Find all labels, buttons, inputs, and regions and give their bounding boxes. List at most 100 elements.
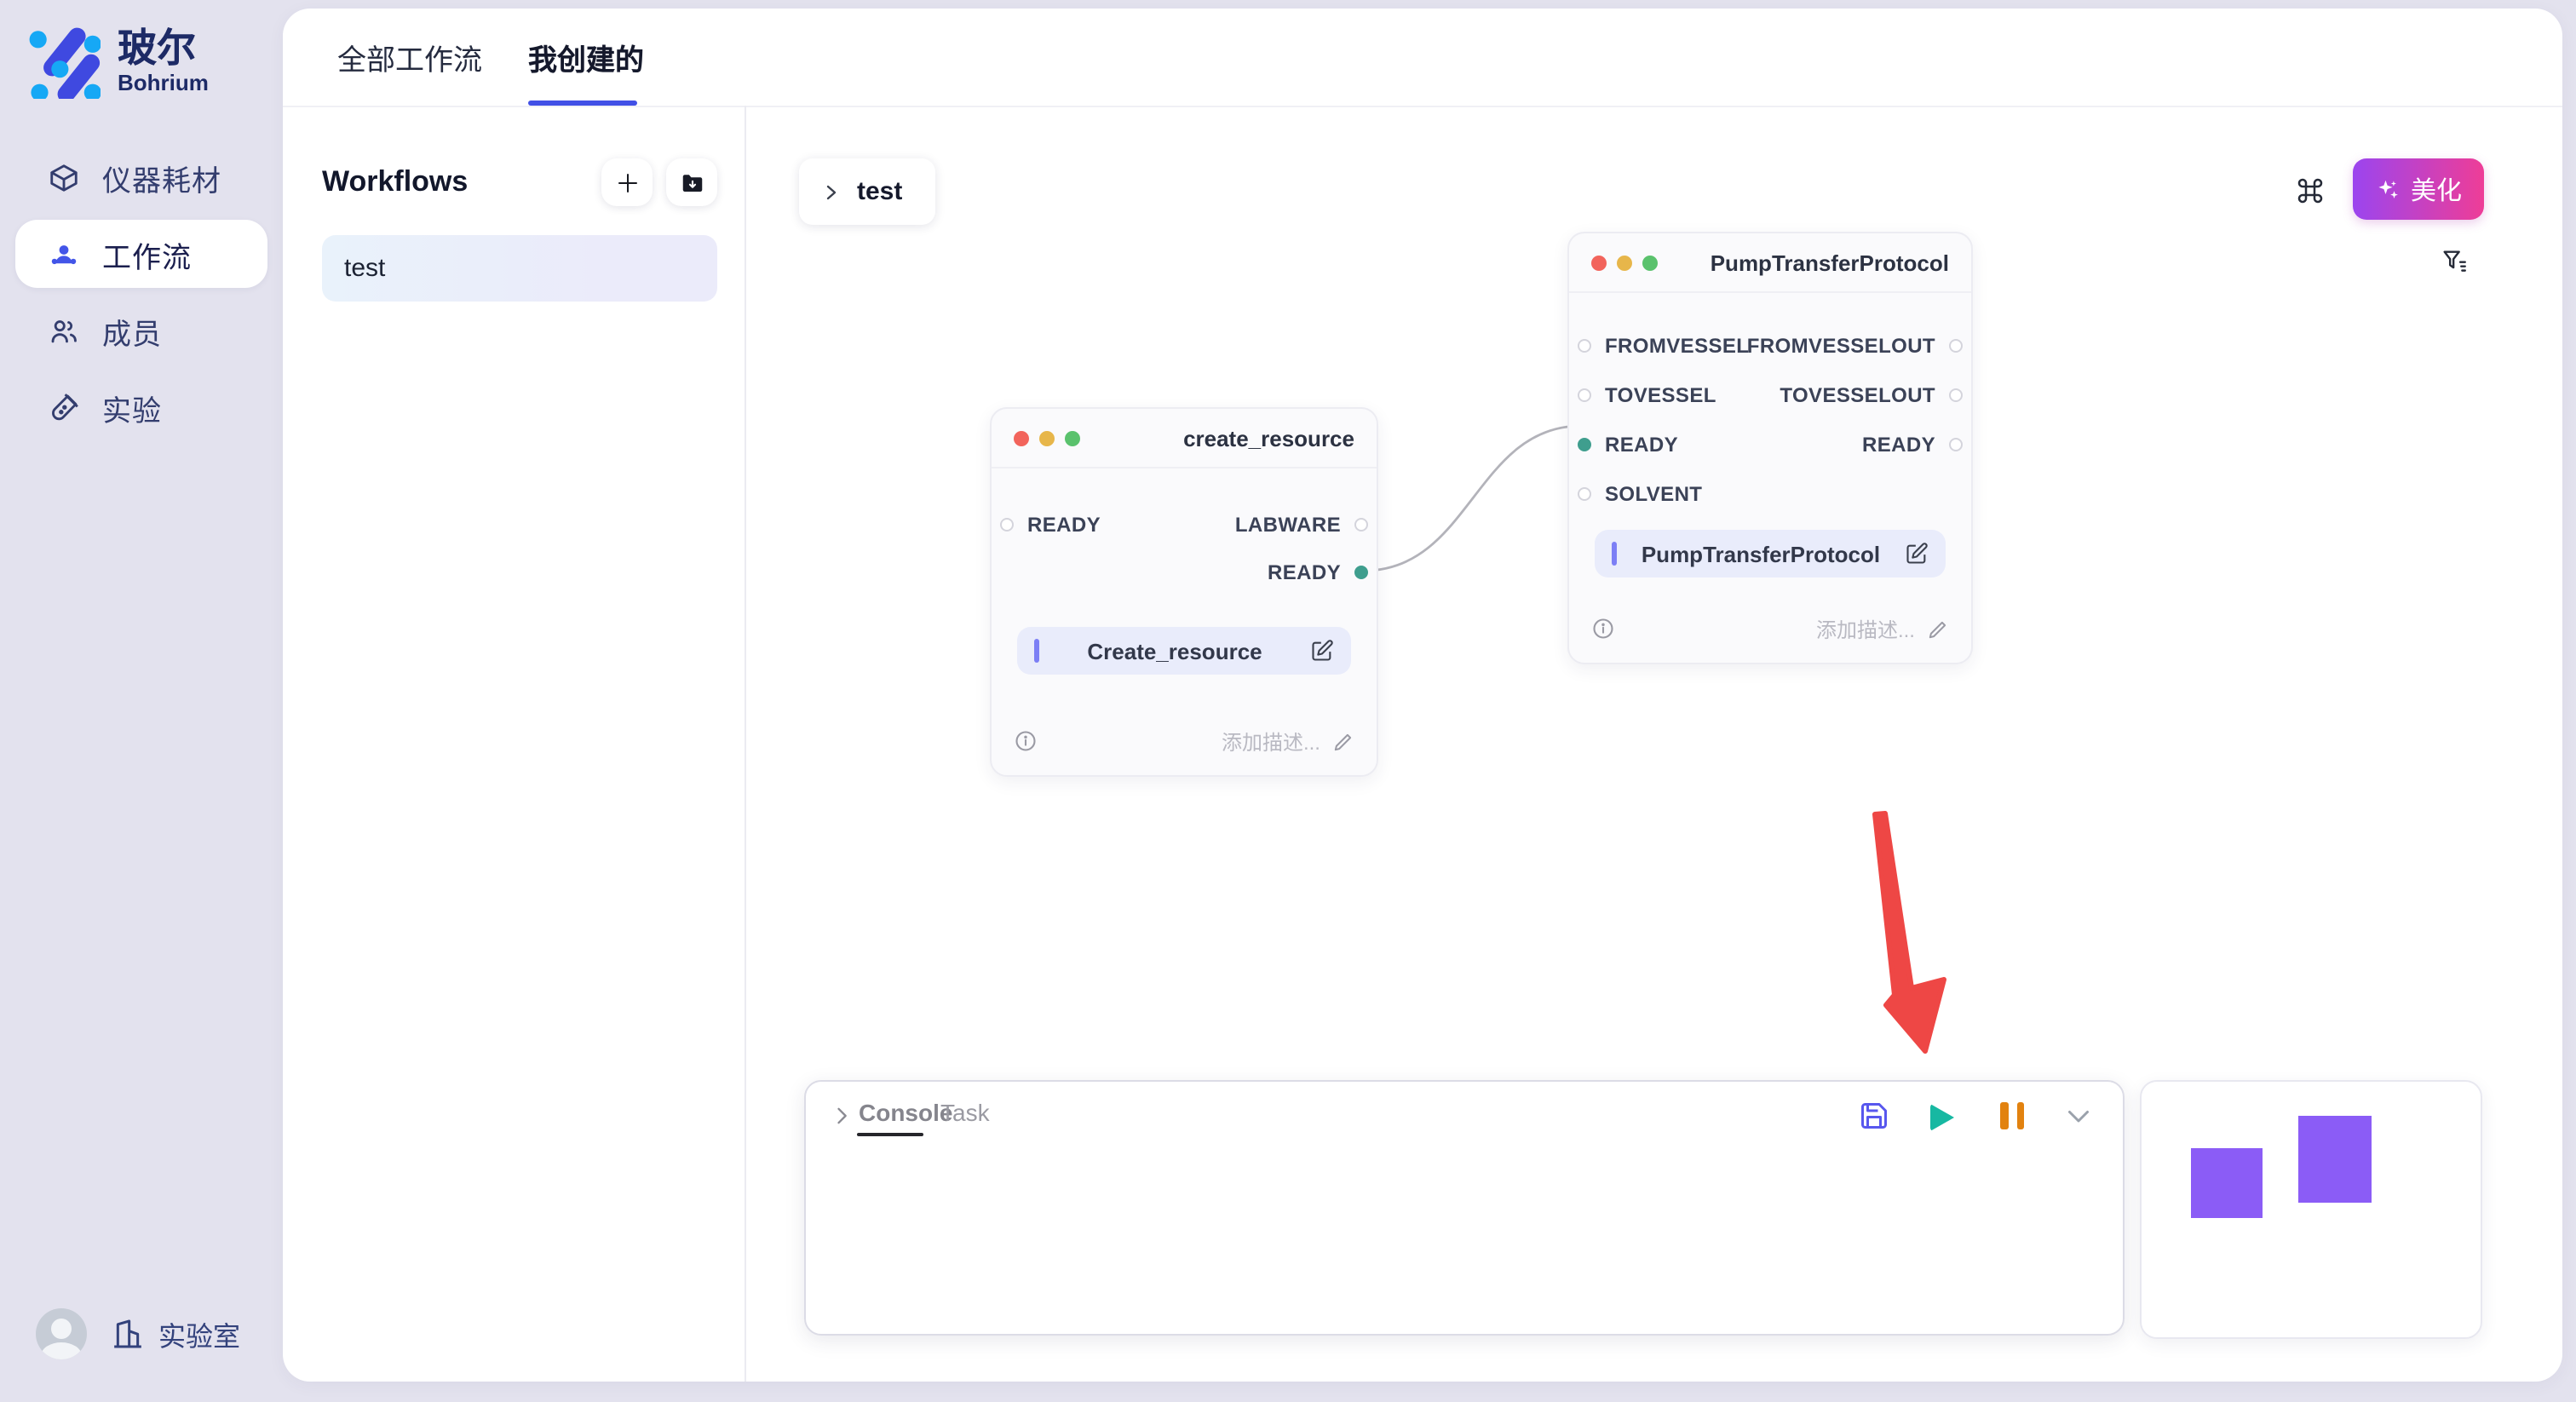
brand-name-zh: 玻尔 — [118, 28, 209, 69]
minimap-node-create-resource — [2191, 1148, 2263, 1218]
sidebar-item-label: 仪器耗材 — [102, 156, 221, 198]
brand-logo[interactable]: 玻尔 Bohrium — [26, 24, 209, 99]
annotation-arrow — [1875, 813, 1944, 1051]
workflows-panel-title: Workflows — [322, 165, 588, 199]
workflow-item-label: test — [344, 254, 385, 283]
input-port-ready[interactable] — [1000, 518, 1014, 531]
sidebar-item-experiments[interactable]: 实验 — [15, 373, 267, 441]
tab-console[interactable]: Console — [859, 1099, 952, 1126]
pencil-icon[interactable] — [1332, 730, 1354, 752]
port-label: FROMVESSEL — [1605, 334, 1749, 358]
workflow-list-item-test[interactable]: test — [322, 235, 717, 302]
save-icon[interactable] — [1859, 1100, 1889, 1131]
sparkles-icon — [2375, 176, 2401, 202]
tab-all-workflows[interactable]: 全部工作流 — [337, 9, 482, 104]
command-icon[interactable] — [2293, 174, 2327, 208]
traffic-green-icon — [1642, 255, 1658, 270]
info-icon[interactable] — [1014, 729, 1038, 753]
info-icon[interactable] — [1591, 617, 1615, 641]
input-port-solvent[interactable] — [1578, 487, 1591, 501]
workflow-people-icon — [48, 238, 80, 270]
sidebar-nav: 仪器耗材 工作流 成员 — [15, 143, 267, 450]
minimap[interactable] — [2140, 1080, 2482, 1339]
node-create-resource[interactable]: create_resource READY LABWARE READY Crea… — [990, 407, 1378, 777]
expand-chevron-icon[interactable] — [830, 1104, 854, 1128]
building-icon — [111, 1317, 145, 1351]
workspace-label: 实验室 — [158, 1313, 240, 1354]
node-footer: 添加描述... — [1014, 727, 1354, 755]
workspace-switcher[interactable]: 实验室 — [111, 1313, 240, 1354]
tab-task[interactable]: Task — [940, 1099, 990, 1126]
workflows-panel: Workflows test — [283, 106, 746, 1382]
traffic-red-icon — [1014, 430, 1029, 445]
add-workflow-button[interactable] — [601, 158, 653, 206]
node-action-pill[interactable]: PumpTransferProtocol — [1595, 530, 1946, 577]
output-port-labware[interactable] — [1354, 518, 1368, 531]
traffic-red-icon — [1591, 255, 1607, 270]
sidebar-item-instruments[interactable]: 仪器耗材 — [15, 143, 267, 211]
edge-ready-to-ready[interactable] — [1364, 426, 1581, 571]
tab-my-created[interactable]: 我创建的 — [528, 9, 644, 104]
sidebar-item-members[interactable]: 成员 — [15, 296, 267, 365]
sidebar: 玻尔 Bohrium 仪器耗材 工作流 — [0, 0, 283, 1402]
main-panel: 全部工作流 我创建的 Workflows — [283, 9, 2562, 1382]
minimap-node-pump-transfer — [2298, 1116, 2372, 1203]
output-port-ready[interactable] — [1354, 566, 1368, 579]
sidebar-item-workflow[interactable]: 工作流 — [15, 220, 267, 288]
pill-label: Create_resource — [1039, 638, 1310, 664]
traffic-yellow-icon — [1039, 430, 1055, 445]
sidebar-item-label: 工作流 — [102, 233, 192, 275]
node-action-pill[interactable]: Create_resource — [1017, 627, 1351, 675]
app-root: 玻尔 Bohrium 仪器耗材 工作流 — [0, 0, 2576, 1402]
node-title: create_resource — [1183, 425, 1354, 451]
output-port-tovesselout[interactable] — [1949, 388, 1963, 402]
node-header: create_resource — [992, 409, 1377, 468]
input-port-fromvessel[interactable] — [1578, 339, 1591, 353]
pill-label: PumpTransferProtocol — [1617, 541, 1905, 566]
sidebar-footer: 实验室 — [36, 1308, 240, 1359]
port-label: TOVESSEL — [1605, 383, 1716, 407]
run-icon[interactable] — [1930, 1104, 1954, 1131]
port-label: READY — [1605, 433, 1678, 457]
folder-import-icon — [679, 170, 704, 195]
beautify-label: 美化 — [2411, 171, 2462, 207]
output-port-fromvesselout[interactable] — [1949, 339, 1963, 353]
filter-icon[interactable] — [2440, 247, 2469, 276]
input-port-ready[interactable] — [1578, 438, 1591, 451]
pause-icon[interactable] — [2000, 1102, 2024, 1129]
node-pump-transfer-protocol[interactable]: PumpTransferProtocol FROMVESSEL FROMVESS… — [1567, 232, 1973, 664]
description-placeholder[interactable]: 添加描述... — [1038, 727, 1320, 756]
node-title: PumpTransferProtocol — [1711, 250, 1949, 275]
sidebar-item-label: 成员 — [102, 309, 162, 352]
output-port-ready[interactable] — [1949, 438, 1963, 451]
import-folder-button[interactable] — [666, 158, 717, 206]
node-footer: 添加描述... — [1591, 615, 1949, 642]
collapse-chevron-down-icon[interactable] — [2063, 1100, 2094, 1131]
user-avatar[interactable] — [36, 1308, 87, 1359]
console-panel: Console Task — [804, 1080, 2125, 1336]
bohrium-logo-icon — [26, 24, 101, 99]
port-label: TOVESSELOUT — [1780, 383, 1935, 407]
chevron-right-icon — [821, 181, 842, 202]
input-port-tovessel[interactable] — [1578, 388, 1591, 402]
edit-icon[interactable] — [1905, 542, 1929, 566]
package-icon — [48, 161, 80, 193]
traffic-green-icon — [1065, 430, 1080, 445]
port-label: READY — [1027, 513, 1101, 537]
port-label: LABWARE — [1235, 513, 1341, 537]
brand-name-en: Bohrium — [118, 69, 209, 95]
plus-icon — [614, 170, 640, 195]
traffic-yellow-icon — [1617, 255, 1632, 270]
sidebar-item-label: 实验 — [102, 386, 162, 428]
breadcrumb-label: test — [857, 177, 902, 206]
breadcrumb[interactable]: test — [799, 158, 935, 225]
pencil-icon[interactable] — [1927, 618, 1949, 640]
port-label: READY — [1862, 433, 1935, 457]
beautify-button[interactable]: 美化 — [2353, 158, 2484, 220]
description-placeholder[interactable]: 添加描述... — [1615, 614, 1915, 643]
port-label: FROMVESSELOUT — [1747, 334, 1935, 358]
experiment-icon — [48, 391, 80, 423]
port-label: SOLVENT — [1605, 482, 1702, 506]
edit-icon[interactable] — [1310, 639, 1334, 663]
port-label: READY — [1268, 560, 1341, 584]
